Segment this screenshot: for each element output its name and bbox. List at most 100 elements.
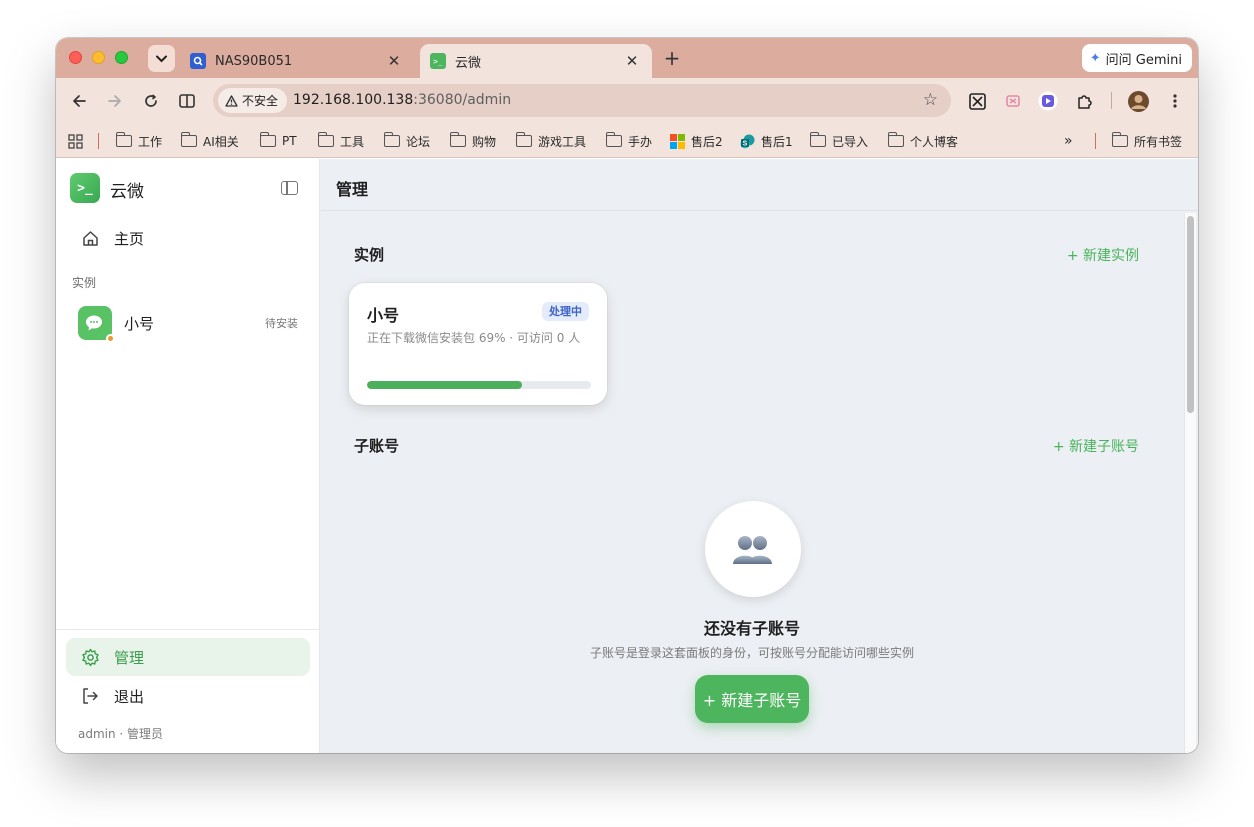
download-progress-bar [367, 381, 591, 389]
nav-item-home[interactable]: 主页 [66, 220, 310, 256]
close-tab-icon[interactable]: ✕ [624, 52, 640, 70]
bookmarks-overflow-button[interactable]: » [1064, 132, 1073, 150]
folder-icon [605, 132, 622, 147]
instance-card-name: 小号 [367, 306, 400, 325]
tab-nas[interactable]: NAS90B051 ✕ [180, 44, 414, 78]
url-text[interactable]: 192.168.100.138:36080/admin [293, 92, 511, 108]
instance-card[interactable]: 小号 处理中 正在下载微信安装包 69% · 可访问 0 人 [349, 283, 607, 405]
ask-gemini-button[interactable]: ✦ 问问 Gemini [1081, 44, 1192, 72]
bookmarks-divider [98, 133, 99, 149]
bookmark-label: 售后2 [691, 134, 723, 149]
nav-item-admin[interactable]: 管理 [66, 638, 310, 676]
bookmark-folder-tools[interactable]: 工具 [317, 132, 365, 150]
web-app: >_ 云微 主页 实例 小号 待安装 管理 退出 admin · 管理员 管理 … [56, 159, 1198, 753]
bookmark-folder-ai[interactable]: AI相关 [180, 132, 239, 150]
bookmark-label: 工具 [340, 134, 365, 149]
tab-search-button[interactable] [148, 45, 175, 72]
close-window-button[interactable] [69, 51, 82, 64]
section-label-instances: 实例 [72, 276, 97, 290]
folder-icon [180, 132, 197, 147]
folder-icon [317, 132, 334, 147]
profile-button[interactable] [1127, 90, 1149, 112]
browser-menu-button[interactable] [1164, 90, 1186, 112]
more-vertical-icon [1173, 94, 1177, 108]
pink-extension-icon [1006, 95, 1020, 107]
minimize-window-button[interactable] [92, 51, 105, 64]
reload-button[interactable] [140, 90, 162, 112]
nav-label: 退出 [114, 687, 145, 706]
page-header: 管理 [321, 159, 1198, 211]
gear-icon [80, 648, 100, 667]
bookmark-folder-game-tools[interactable]: 游戏工具 [515, 132, 587, 150]
warning-icon [225, 94, 238, 107]
browser-window: NAS90B051 ✕ >_ 云微 ✕ + ✦ 问问 Gemini 不安全 19… [56, 38, 1198, 753]
current-user-info: admin · 管理员 [78, 727, 164, 741]
bookmark-folder-work[interactable]: 工作 [115, 132, 162, 150]
extension-button-2[interactable] [1002, 90, 1024, 112]
scissors-extension-icon [968, 92, 986, 110]
extensions-menu-button[interactable] [1073, 90, 1095, 112]
bookmark-folder-shopping[interactable]: 购物 [449, 132, 496, 150]
extension-button-3[interactable] [1037, 90, 1059, 112]
media-extension-icon [1038, 91, 1058, 111]
toolbar-divider [1111, 92, 1112, 109]
new-subaccount-link[interactable]: + 新建子账号 [1053, 436, 1139, 456]
bookmark-label: 游戏工具 [538, 134, 587, 149]
forward-button[interactable] [104, 90, 126, 112]
reload-icon [145, 94, 157, 107]
gemini-sparkle-icon: ✦ [1089, 50, 1101, 66]
gemini-label: 问问 Gemini [1105, 52, 1182, 68]
folder-icon [515, 132, 532, 147]
tab-title: NAS90B051 [215, 53, 293, 69]
nav-item-logout[interactable]: 退出 [66, 677, 310, 715]
download-progress-fill [367, 381, 522, 389]
back-button[interactable] [68, 90, 90, 112]
bookmark-folder-forum[interactable]: 论坛 [383, 132, 430, 150]
sidebar-item-instance[interactable]: 小号 待安装 [66, 298, 310, 348]
logout-icon [80, 687, 100, 705]
site-security-chip[interactable]: 不安全 [218, 88, 288, 113]
scrollbar[interactable] [1184, 213, 1196, 753]
folder-icon [115, 132, 132, 147]
apps-button[interactable] [68, 132, 83, 150]
nav-label: 管理 [114, 648, 145, 667]
close-tab-icon[interactable]: ✕ [386, 52, 402, 70]
all-bookmarks-label: 所有书签 [1134, 134, 1183, 149]
bookmark-aftersales-2[interactable]: 售后2 [670, 132, 723, 150]
bookmark-folder-figures[interactable]: 手办 [605, 132, 653, 150]
sidebar: >_ 云微 主页 实例 小号 待安装 管理 退出 admin · 管理员 [56, 159, 320, 753]
status-badge: 处理中 [542, 302, 589, 321]
section-title-subaccounts: 子账号 [354, 437, 400, 455]
extension-button-1[interactable] [966, 90, 988, 112]
folder-icon [259, 132, 276, 147]
create-subaccount-button[interactable]: + 新建子账号 [695, 675, 809, 723]
bookmark-folder-pt[interactable]: PT [259, 132, 297, 150]
maximize-window-button[interactable] [115, 51, 128, 64]
scrollbar-thumb[interactable] [1187, 216, 1194, 413]
all-bookmarks-folder[interactable]: 所有书签 [1111, 132, 1183, 150]
folder-icon [887, 132, 904, 147]
arrow-left-icon [73, 95, 86, 107]
status-dot [106, 334, 115, 343]
bookmark-folder-imported[interactable]: 已导入 [809, 132, 869, 150]
apps-grid-icon [68, 133, 83, 149]
bookmark-aftersales-1[interactable]: S 售后1 [740, 132, 793, 150]
split-view-button[interactable] [176, 90, 198, 112]
bookmark-label: 售后1 [761, 134, 793, 149]
collapse-sidebar-icon[interactable] [281, 181, 298, 195]
address-bar[interactable]: 不安全 192.168.100.138:36080/admin ☆ [213, 84, 951, 117]
folder-icon [1111, 132, 1128, 147]
bookmark-folder-blog[interactable]: 个人博客 [887, 132, 958, 150]
tab-title: 云微 [455, 55, 482, 71]
bookmark-star-icon[interactable]: ☆ [923, 90, 938, 110]
yunwei-favicon-icon: >_ [430, 53, 446, 69]
page-title: 管理 [336, 180, 369, 199]
tab-yunwei[interactable]: >_ 云微 ✕ [420, 44, 652, 78]
new-tab-button[interactable]: + [662, 47, 682, 69]
arrow-right-icon [108, 95, 121, 107]
split-view-icon [179, 94, 195, 108]
bookmark-label: 手办 [628, 134, 653, 149]
bookmark-label: PT [282, 134, 297, 148]
new-instance-link[interactable]: + 新建实例 [1067, 245, 1139, 265]
bookmark-label: 已导入 [832, 134, 869, 149]
